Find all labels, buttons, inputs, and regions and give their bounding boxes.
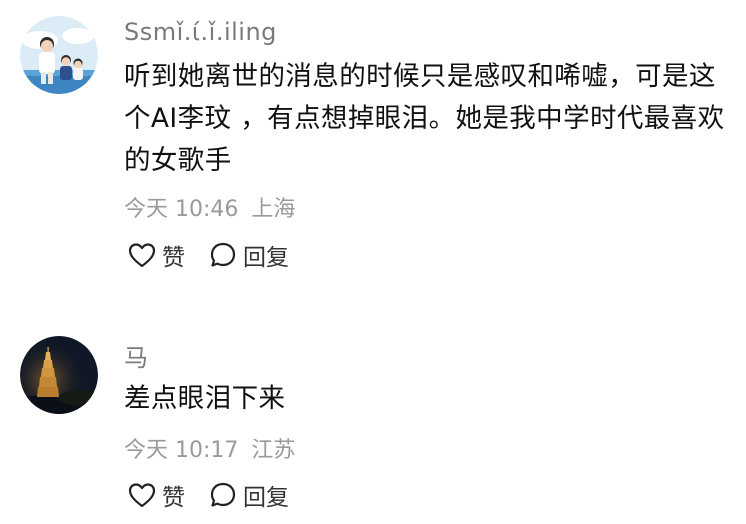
like-label: 赞 — [162, 485, 185, 511]
username[interactable]: 马 — [124, 338, 149, 373]
avatar[interactable] — [20, 336, 98, 414]
speech-bubble-icon — [209, 241, 237, 269]
comment-time: 今天 10:17 — [124, 438, 239, 463]
username[interactable]: Ssmǐ.ί.ǐ.iling — [124, 18, 277, 46]
reply-label: 回复 — [243, 245, 289, 271]
speech-bubble-icon — [209, 481, 237, 509]
reply-button[interactable]: 回复 — [209, 478, 289, 512]
comment-item: 马 差点眼泪下来 今天 10:17 江苏 赞 回复 — [0, 320, 746, 524]
comment-time: 今天 10:46 — [124, 197, 239, 222]
like-label: 赞 — [162, 245, 185, 271]
comment-item: Ssmǐ.ί.ǐ.iling 听到她离世的消息的时候只是感叹和唏嘘，可是这个AI… — [0, 0, 746, 290]
heart-icon — [128, 482, 156, 508]
reply-label: 回复 — [243, 485, 289, 511]
like-button[interactable]: 赞 — [128, 238, 185, 272]
comment-text: 听到她离世的消息的时候只是感叹和唏嘘，可是这个AI李玟 ，有点想掉眼泪。她是我中… — [124, 61, 725, 176]
like-button[interactable]: 赞 — [128, 478, 185, 512]
comment-actions: 赞 回复 — [128, 478, 313, 512]
comment-location: 江苏 — [251, 438, 296, 463]
comment-text: 差点眼泪下来 — [124, 383, 286, 414]
avatar[interactable] — [20, 16, 98, 94]
heart-icon — [128, 242, 156, 268]
comment-actions: 赞 回复 — [128, 238, 313, 272]
reply-button[interactable]: 回复 — [209, 238, 289, 272]
comment-meta: 今天 10:17 江苏 — [124, 432, 295, 464]
comment-meta: 今天 10:46 上海 — [124, 191, 295, 223]
comment-location: 上海 — [251, 197, 296, 222]
